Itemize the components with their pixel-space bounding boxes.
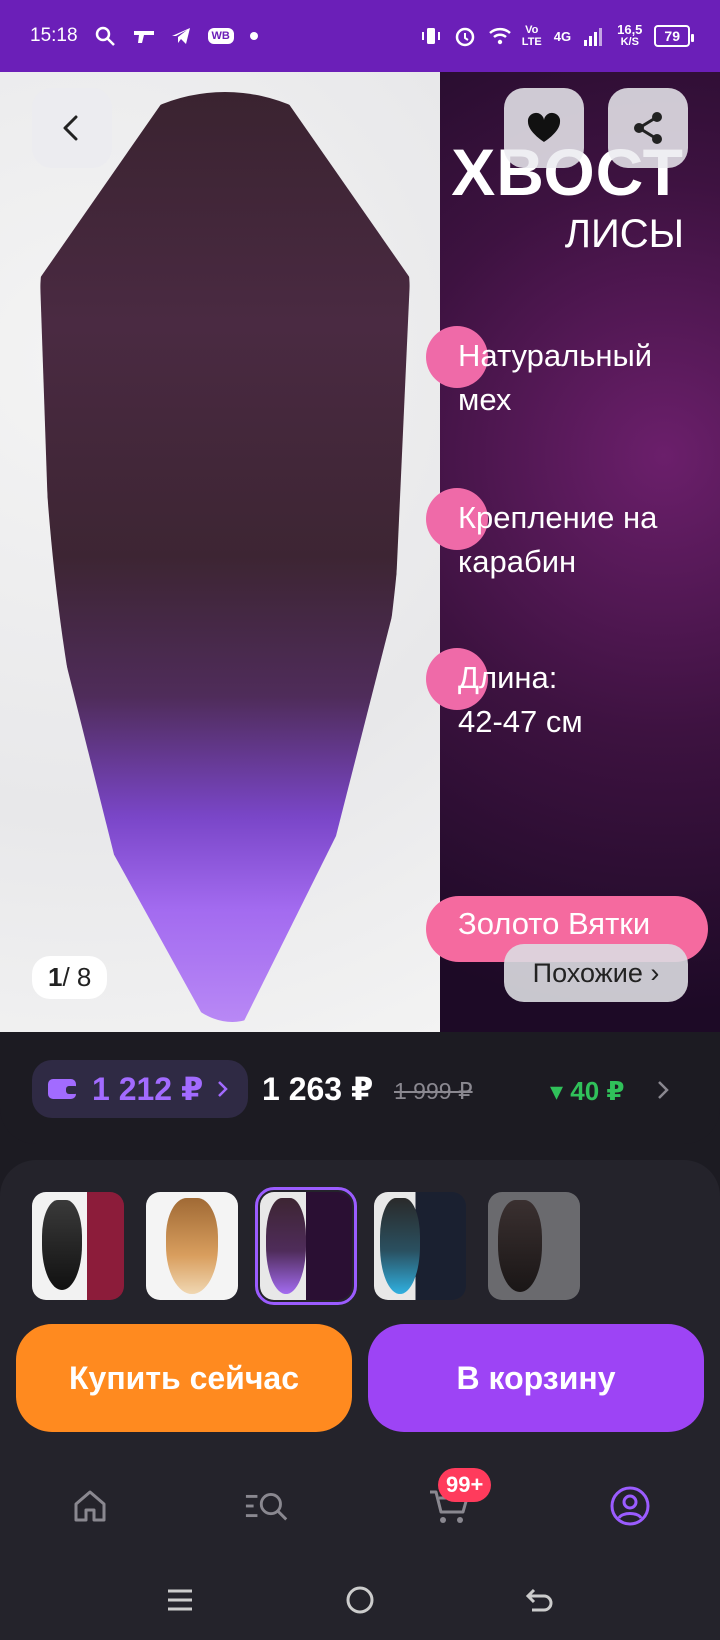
share-icon — [634, 112, 662, 144]
price-bar: 1 212 ₽ 1 263 ₽ 1 999 ₽ ▾ 40 ₽ — [0, 1032, 720, 1144]
feature-line: Длина: — [458, 660, 558, 695]
share-button[interactable] — [608, 88, 688, 168]
status-left: 15:18 WB — [30, 25, 258, 47]
feature-fur: Натуральный мех — [458, 334, 652, 422]
buy-now-button[interactable]: Купить сейчас — [16, 1324, 352, 1432]
gun-icon — [132, 25, 154, 47]
bottom-navigation — [0, 1460, 720, 1550]
thumbnail-image — [42, 1200, 82, 1290]
nav-profile[interactable] — [606, 1482, 654, 1530]
product-photo-background — [0, 72, 440, 1032]
feature-line: Натуральный — [458, 338, 653, 373]
system-navigation — [0, 1560, 720, 1640]
current-price: 1 263 ₽ — [262, 1071, 374, 1107]
thumbnail-dark-tail[interactable] — [488, 1192, 580, 1300]
image-page-counter: 1/ 8 — [32, 956, 108, 999]
feature-line: 42-47 см — [458, 704, 583, 739]
chevron-left-icon — [63, 115, 78, 141]
thumbnail-image — [380, 1198, 420, 1294]
network-type-bottom: LTE — [521, 36, 542, 48]
thumbnail-image — [266, 1198, 306, 1294]
status-time: 15:18 — [30, 25, 78, 46]
signal-icon — [583, 25, 605, 47]
chevron-right-icon[interactable] — [654, 1078, 672, 1102]
notification-dot — [249, 32, 258, 40]
favorite-button[interactable] — [504, 88, 584, 168]
net-speed-value: 16,5 — [617, 22, 643, 37]
page-current: 1 — [48, 962, 63, 992]
thumbnail-blue-tail[interactable] — [374, 1192, 466, 1300]
chevron-right-icon — [218, 1081, 229, 1097]
nav-home[interactable] — [66, 1482, 114, 1530]
vibrate-icon — [420, 25, 442, 47]
fox-tail-image — [40, 92, 410, 1022]
system-back-button[interactable] — [520, 1580, 560, 1620]
wallet-icon — [48, 1079, 78, 1099]
thumbnail-image — [166, 1198, 218, 1294]
status-bar: 15:18 WB Vo LTE 4G 16,5 K/S 79 — [0, 0, 720, 72]
feature-line: карабин — [458, 544, 577, 579]
thumbnail-red-tail[interactable] — [146, 1192, 238, 1300]
banner-subtitle: ЛИСЫ — [564, 212, 684, 256]
wifi-icon — [488, 25, 511, 47]
page-total: / 8 — [62, 962, 92, 992]
battery-indicator: 79 — [654, 25, 694, 47]
menu-icon — [168, 1589, 192, 1611]
old-price: 1 999 ₽ — [394, 1078, 473, 1104]
wallet-price-button[interactable]: 1 212 ₽ — [32, 1060, 248, 1118]
circle-home-icon — [346, 1586, 374, 1614]
product-image-carousel[interactable]: ХВОСТ ЛИСЫ Натуральный мех Крепление на … — [0, 72, 720, 1032]
cart-count-badge: 99+ — [438, 1468, 492, 1502]
back-button[interactable] — [32, 88, 112, 168]
signal-label: 4G — [553, 28, 572, 44]
profile-icon — [610, 1486, 650, 1526]
search-icon — [94, 25, 116, 47]
recent-apps-button[interactable] — [160, 1580, 200, 1620]
network-type-top: Vo — [525, 24, 539, 36]
home-button[interactable] — [340, 1580, 380, 1620]
network-type: Vo LTE — [522, 24, 542, 48]
feature-length: Длина: 42-47 см — [458, 656, 583, 744]
add-to-cart-button[interactable]: В корзину — [368, 1324, 704, 1432]
catalog-search-icon — [245, 1493, 288, 1521]
alarm-icon — [454, 25, 476, 47]
thumbnail-black-tail[interactable] — [32, 1192, 124, 1300]
wb-badge: WB — [207, 28, 234, 44]
price-drop: ▾ 40 ₽ — [550, 1076, 625, 1106]
status-right: Vo LTE 4G 16,5 K/S 79 — [420, 22, 694, 48]
feature-line: Крепление на — [458, 500, 658, 535]
feature-line: мех — [458, 382, 512, 417]
net-speed-unit: K/S — [620, 36, 639, 48]
wallet-price: 1 212 ₽ — [92, 1071, 204, 1107]
thumbnail-image — [498, 1200, 542, 1292]
thumbnail-purple-tail[interactable] — [255, 1187, 357, 1305]
heart-icon — [527, 112, 561, 142]
feature-mount: Крепление на карабин — [458, 496, 657, 584]
net-speed: 16,5 K/S — [617, 22, 643, 48]
similar-button[interactable]: Похожие › — [504, 944, 688, 1002]
back-arrow-icon — [525, 1588, 553, 1612]
nav-catalog[interactable] — [244, 1482, 292, 1530]
home-icon — [74, 1490, 106, 1522]
telegram-icon — [170, 25, 192, 47]
